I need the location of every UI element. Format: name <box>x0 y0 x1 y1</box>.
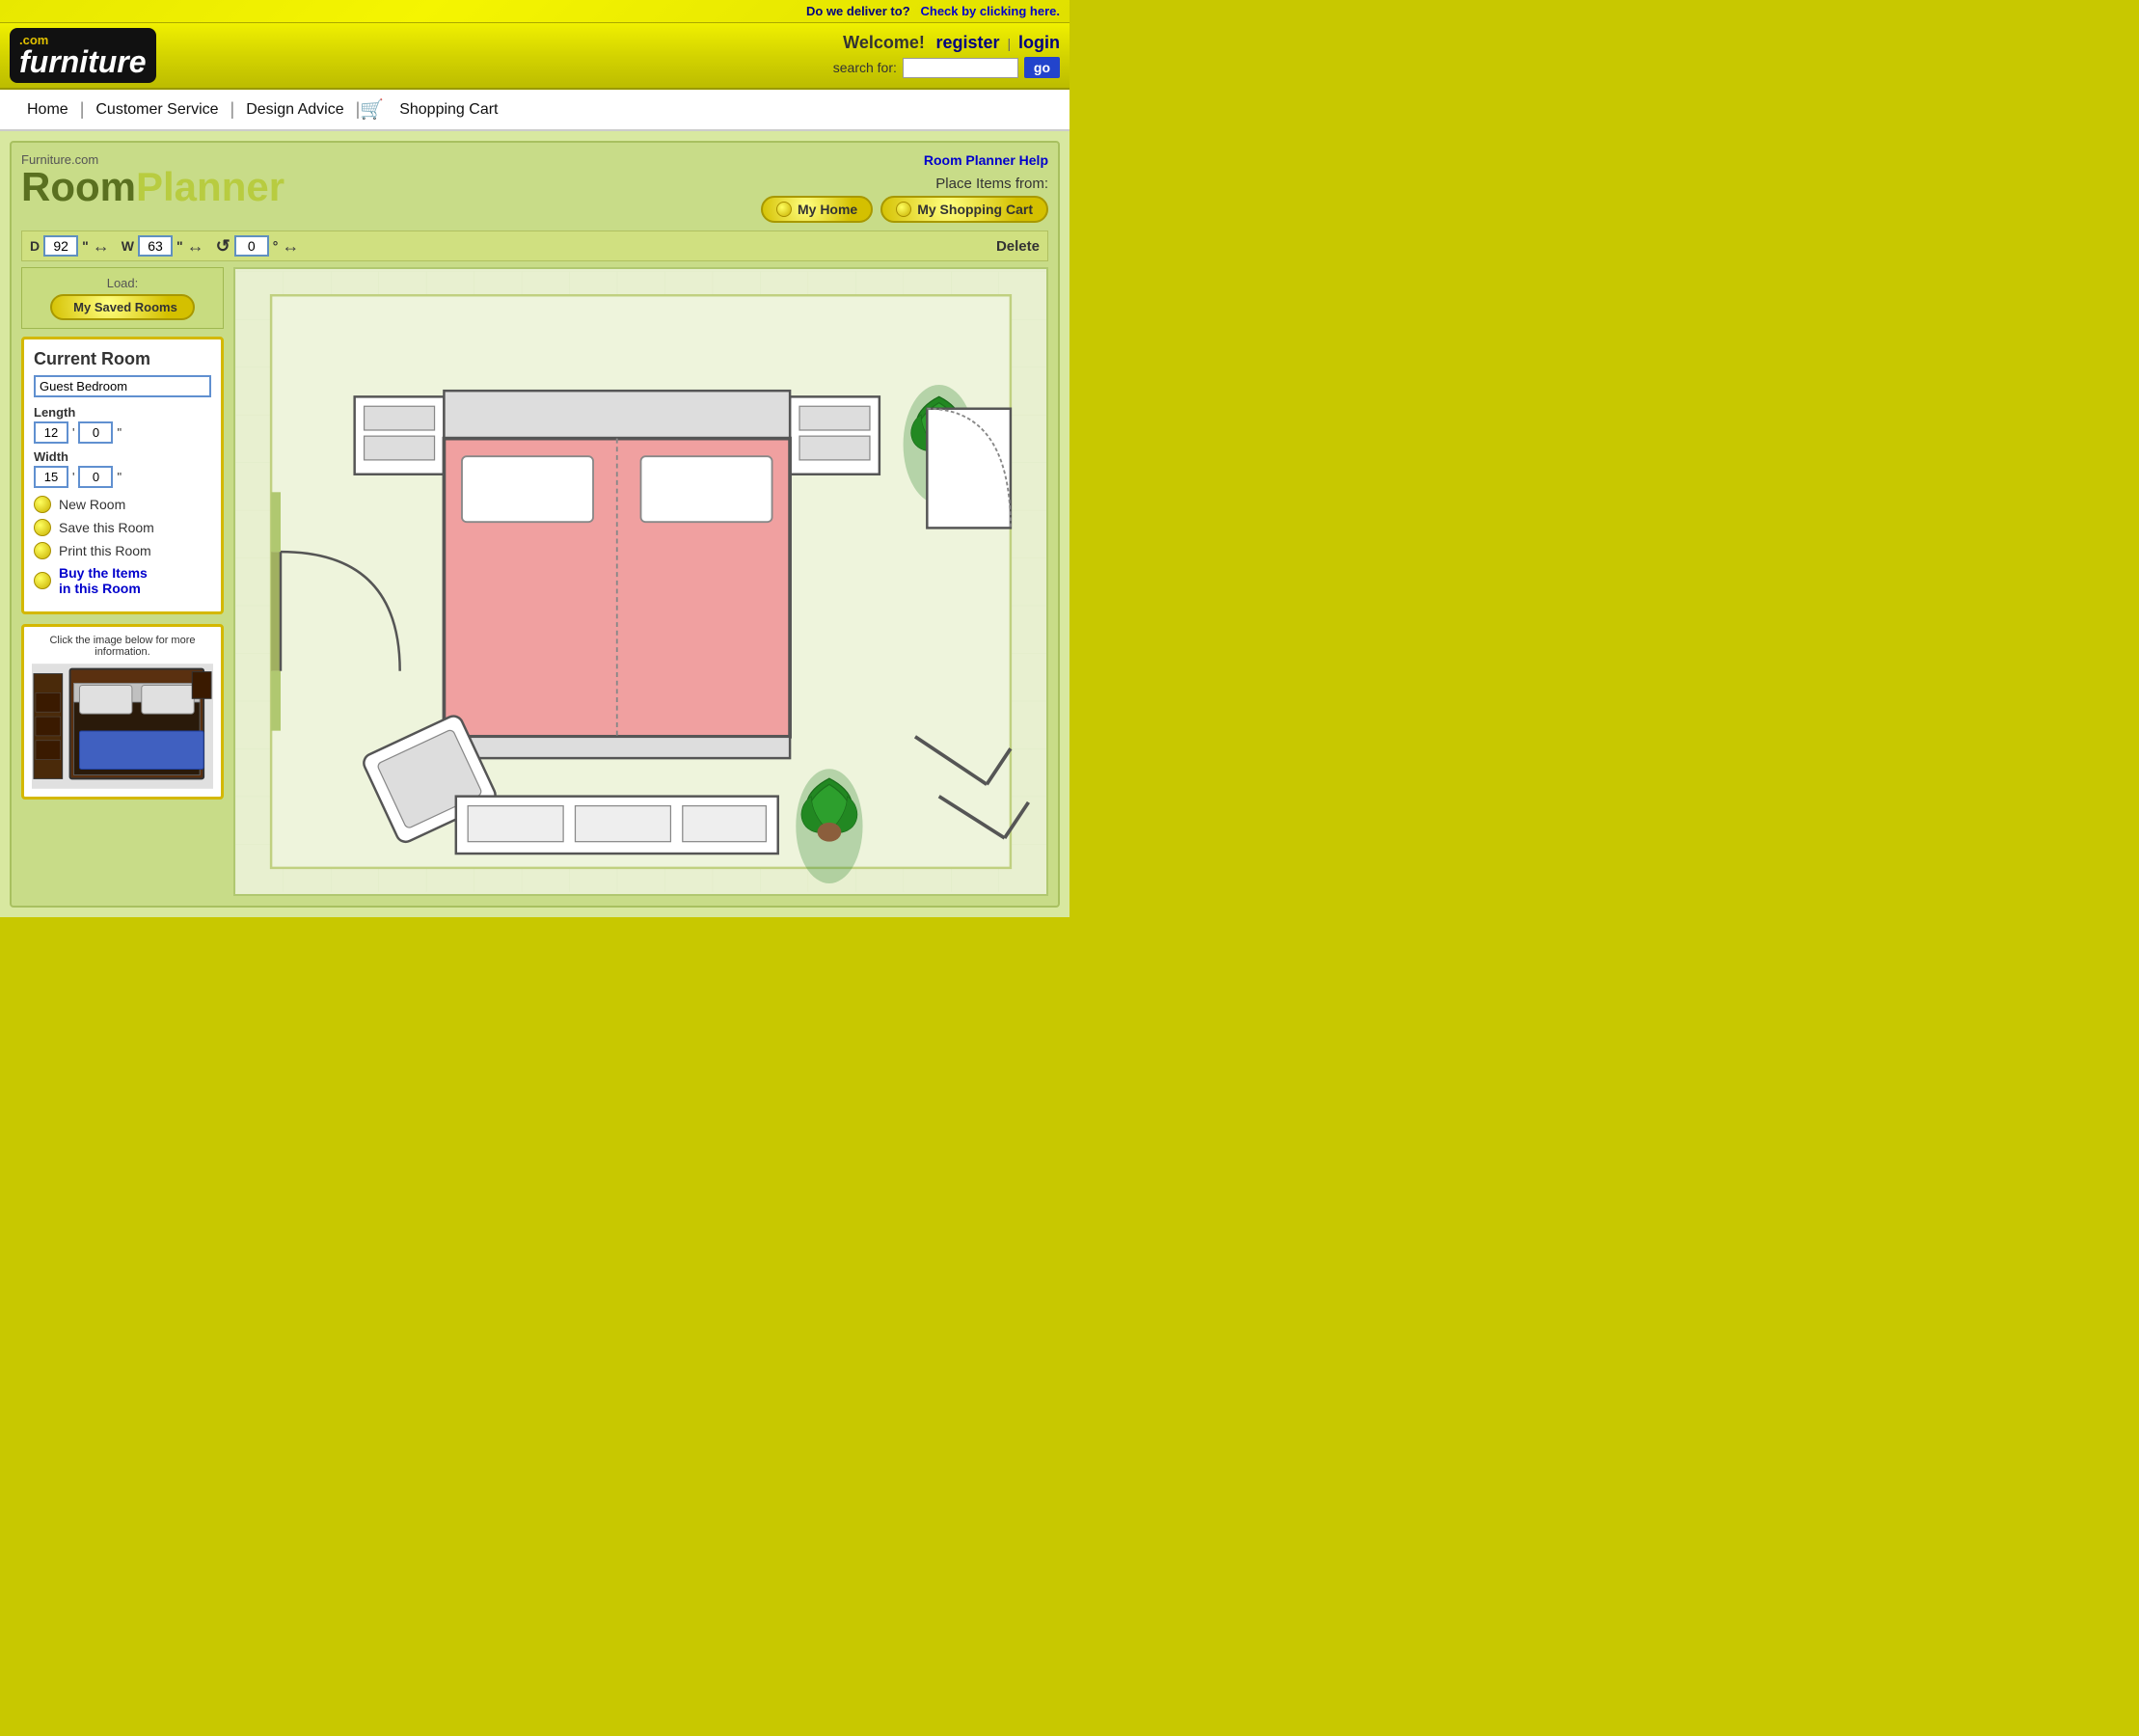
go-button[interactable]: go <box>1024 57 1060 78</box>
my-home-label: My Home <box>798 202 857 217</box>
width-arrow: ↔ <box>187 236 204 257</box>
rotate-unit: ° <box>273 238 279 254</box>
width-row: ' " <box>34 466 211 488</box>
controls-row: D " ↔ W " ↔ ↺ ° ↔ Delete <box>21 231 1048 261</box>
load-btn-label: My Saved Rooms <box>73 300 177 314</box>
width-ft-label: ' <box>72 470 74 484</box>
planner-header: Furniture.com RoomPlanner Room Planner H… <box>21 152 1048 223</box>
load-saved-rooms-button[interactable]: My Saved Rooms <box>50 294 195 320</box>
nav-design-advice[interactable]: Design Advice <box>234 101 355 119</box>
rp-planner: Planner <box>136 164 284 209</box>
deliver-link[interactable]: Check by clicking here. <box>920 4 1060 18</box>
nav-shopping-cart[interactable]: Shopping Cart <box>388 101 509 119</box>
my-cart-label: My Shopping Cart <box>917 202 1033 217</box>
width-label: Width <box>34 449 211 464</box>
planner-help-link[interactable]: Room Planner Help <box>761 152 1048 168</box>
room-floor-plan <box>235 269 1046 894</box>
site-header: .com furniture Welcome! register | login… <box>0 23 1070 90</box>
planner-container: Furniture.com RoomPlanner Room Planner H… <box>10 141 1060 908</box>
length-ft-input[interactable] <box>34 421 68 444</box>
new-room-bullet <box>34 496 51 513</box>
rp-room: Room <box>21 164 136 209</box>
nav-home[interactable]: Home <box>15 101 80 119</box>
nav-bar: Home | Customer Service | Design Advice … <box>0 90 1070 131</box>
bed-image[interactable] <box>32 664 213 789</box>
room-canvas[interactable] <box>233 267 1048 896</box>
print-room-label: Print this Room <box>59 543 151 558</box>
search-input[interactable] <box>903 58 1018 78</box>
planner-title: RoomPlanner <box>21 167 284 207</box>
header-right: Welcome! register | login search for: go <box>833 33 1060 78</box>
length-ft-label: ' <box>72 425 74 440</box>
load-label: Load: <box>30 276 215 290</box>
register-link[interactable]: register <box>936 33 1000 52</box>
deliver-text: Do we deliver to? <box>806 4 910 18</box>
depth-unit: " <box>82 238 89 254</box>
planner-top-right: Room Planner Help Place Items from: My H… <box>761 152 1048 223</box>
load-section: Load: My Saved Rooms <box>21 267 224 329</box>
depth-label: D <box>30 238 40 254</box>
planner-body: Load: My Saved Rooms Current Room Length… <box>21 267 1048 896</box>
place-items-label: Place Items from: <box>761 176 1048 192</box>
current-room-title: Current Room <box>34 349 211 369</box>
my-home-button[interactable]: My Home <box>761 196 873 223</box>
depth-input[interactable] <box>43 235 78 257</box>
new-room-label: New Room <box>59 497 125 512</box>
footer <box>0 917 1070 956</box>
width-in-input[interactable] <box>78 466 113 488</box>
width-in-label: " <box>117 470 122 484</box>
print-room-bullet <box>34 542 51 559</box>
save-room-button[interactable]: Save this Room <box>34 519 211 536</box>
depth-arrow: ↔ <box>93 236 110 257</box>
length-row: ' " <box>34 421 211 444</box>
rotate-arrow: ↔ <box>282 236 299 257</box>
nav-cart-item[interactable]: 🛒 Shopping Cart <box>360 97 509 122</box>
my-cart-bullet <box>896 202 911 217</box>
length-label: Length <box>34 405 211 420</box>
length-in-input[interactable] <box>78 421 113 444</box>
place-buttons: My Home My Shopping Cart <box>761 196 1048 223</box>
current-room-box: Current Room Length ' " Width ' " <box>21 337 224 614</box>
save-room-bullet <box>34 519 51 536</box>
info-box-label: Click the image below for more informati… <box>32 635 213 658</box>
search-label: search for: <box>833 60 897 75</box>
rotate-input[interactable] <box>234 235 269 257</box>
rotate-control: ↺ ° ↔ <box>216 235 300 257</box>
cart-icon: 🛒 <box>360 97 384 122</box>
logo-area: .com furniture <box>10 28 156 83</box>
delete-button[interactable]: Delete <box>996 238 1040 255</box>
search-row: search for: go <box>833 57 1060 78</box>
info-box: Click the image below for more informati… <box>21 624 224 800</box>
welcome-row: Welcome! register | login <box>833 33 1060 53</box>
left-panel: Load: My Saved Rooms Current Room Length… <box>21 267 224 896</box>
pipe: | <box>1007 36 1011 51</box>
width-unit: " <box>176 238 183 254</box>
room-name-input[interactable] <box>34 375 211 397</box>
buy-items-bullet <box>34 572 51 589</box>
width-control: W " ↔ <box>122 235 204 257</box>
room-actions: New Room Save this Room Print this Room <box>34 496 211 596</box>
logo-furniture: furniture <box>19 46 147 77</box>
planner-logo: Furniture.com RoomPlanner <box>21 152 284 207</box>
main-content: Furniture.com RoomPlanner Room Planner H… <box>0 131 1070 917</box>
new-room-button[interactable]: New Room <box>34 496 211 513</box>
print-room-button[interactable]: Print this Room <box>34 542 211 559</box>
width-ft-input[interactable] <box>34 466 68 488</box>
nav-customer-service[interactable]: Customer Service <box>84 101 230 119</box>
width-label: W <box>122 238 134 254</box>
login-link[interactable]: login <box>1018 33 1060 52</box>
my-home-bullet <box>776 202 792 217</box>
welcome-text: Welcome! <box>843 33 925 52</box>
buy-items-label: Buy the Itemsin this Room <box>59 565 148 596</box>
my-shopping-cart-button[interactable]: My Shopping Cart <box>880 196 1048 223</box>
buy-items-button[interactable]: Buy the Itemsin this Room <box>34 565 211 596</box>
delivery-bar: Do we deliver to? Check by clicking here… <box>0 0 1070 23</box>
width-input[interactable] <box>138 235 173 257</box>
bed-illustration <box>32 664 213 789</box>
rotate-icon: ↺ <box>216 236 230 257</box>
logo: .com furniture <box>10 28 156 83</box>
depth-control: D " ↔ <box>30 235 110 257</box>
save-room-label: Save this Room <box>59 520 154 535</box>
length-in-label: " <box>117 425 122 440</box>
